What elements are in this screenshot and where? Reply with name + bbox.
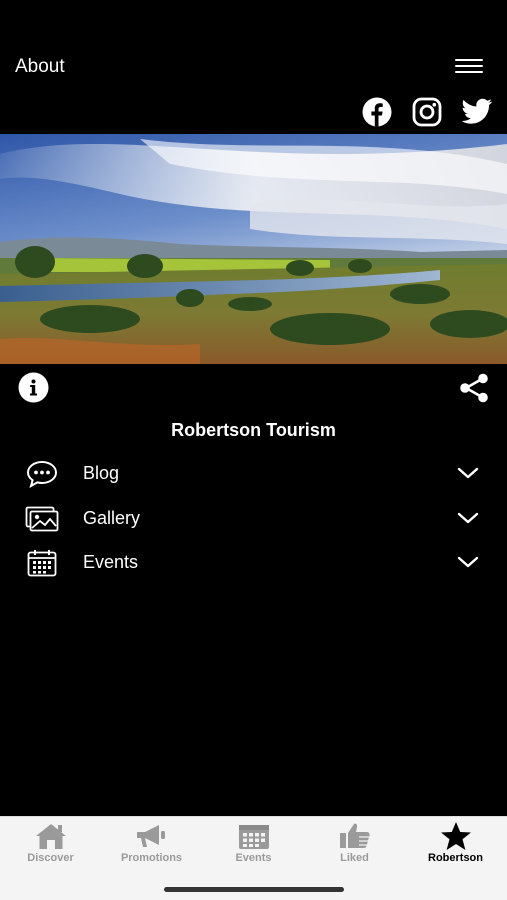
chevron-down-icon[interactable] (457, 511, 479, 525)
tab-label: Robertson (428, 852, 483, 864)
megaphone-icon (134, 821, 170, 851)
star-icon (438, 821, 474, 851)
instagram-icon[interactable] (411, 96, 443, 128)
home-icon (33, 821, 69, 851)
section-gallery[interactable]: Gallery (0, 497, 507, 542)
section-label: Events (83, 552, 139, 572)
share-icon[interactable] (458, 372, 490, 404)
twitter-icon[interactable] (461, 96, 493, 128)
section-label: Gallery (83, 507, 141, 528)
home-indicator (164, 887, 344, 892)
thumbs-up-icon (337, 821, 373, 851)
tab-label: Events (235, 852, 272, 864)
hero-image (0, 134, 507, 364)
page-title: About (15, 56, 65, 77)
tab-label: Liked (340, 852, 369, 864)
status-bar (0, 0, 507, 40)
hamburger-menu-icon[interactable] (455, 58, 485, 76)
section-blog[interactable]: Blog (0, 452, 507, 497)
tab-label: Discover (27, 852, 74, 864)
tab-robertson[interactable]: Robertson (405, 817, 506, 877)
tab-liked[interactable]: Liked (304, 817, 405, 877)
bottom-tab-bar: Discover Promotions Events Liked Roberts… (0, 816, 507, 900)
chevron-down-icon[interactable] (457, 466, 479, 480)
section-events[interactable]: Events (0, 541, 507, 586)
facebook-icon[interactable] (361, 96, 393, 128)
chevron-down-icon[interactable] (457, 555, 479, 569)
tab-events[interactable]: Events (203, 817, 304, 877)
org-name: Robertson Tourism (171, 420, 336, 440)
info-icon[interactable] (18, 372, 49, 403)
calendar-icon (24, 549, 60, 577)
section-list: Blog Gallery Events (0, 452, 507, 586)
tab-label: Promotions (120, 852, 183, 864)
calendar-icon (236, 821, 272, 851)
gallery-icon (24, 505, 60, 533)
header: About (0, 50, 507, 86)
tab-promotions[interactable]: Promotions (101, 817, 202, 877)
section-label: Blog (83, 463, 120, 483)
social-links (361, 96, 493, 128)
chat-bubble-icon (24, 460, 60, 488)
tab-discover[interactable]: Discover (0, 817, 101, 877)
